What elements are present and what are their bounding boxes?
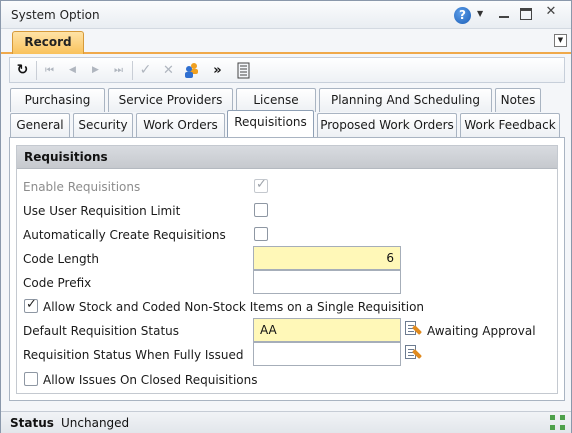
status-value: Unchanged xyxy=(61,416,130,430)
help-dropdown-icon[interactable]: ▼ xyxy=(477,9,483,18)
maximize-icon[interactable] xyxy=(520,8,532,20)
tab-work-orders[interactable]: Work Orders xyxy=(136,113,225,137)
tab-content-panel: Requisitions Enable Requisitions Use Use… xyxy=(9,137,565,401)
next-record-icon[interactable]: ▶ xyxy=(86,61,105,80)
window-title: System Option xyxy=(11,8,100,22)
allow-issues-on-closed-checkbox[interactable] xyxy=(24,372,38,386)
fully-issued-status-label: Requisition Status When Fully Issued xyxy=(23,348,244,362)
default-status-description: Awaiting Approval xyxy=(427,324,536,338)
refresh-icon[interactable]: ↻ xyxy=(13,61,32,80)
allow-stock-and-coded-label: Allow Stock and Coded Non-Stock Items on… xyxy=(43,300,425,314)
first-record-icon[interactable]: ⏮ xyxy=(40,61,59,80)
default-requisition-status-label: Default Requisition Status xyxy=(23,324,180,338)
toolbar-separator xyxy=(132,61,133,80)
minimize-icon[interactable] xyxy=(498,8,510,20)
use-user-requisition-limit-label: Use User Requisition Limit xyxy=(23,204,181,218)
tab-service-providers[interactable]: Service Providers xyxy=(108,88,233,112)
code-length-label: Code Length xyxy=(23,252,99,266)
enable-requisitions-label: Enable Requisitions xyxy=(23,180,141,194)
default-requisition-status-field[interactable]: AA xyxy=(253,318,401,342)
code-prefix-label: Code Prefix xyxy=(23,276,92,290)
fully-issued-status-field[interactable] xyxy=(253,342,401,366)
title-bar: System Option ? ▼ ✕ xyxy=(1,1,571,29)
expand-icon[interactable] xyxy=(550,415,566,431)
record-tab[interactable]: Record xyxy=(12,31,84,54)
tab-license[interactable]: License xyxy=(236,88,316,112)
last-record-icon[interactable]: ⏭ xyxy=(109,61,128,80)
ribbon-menu-chevron-icon[interactable]: ▼ xyxy=(554,34,567,47)
status-label: Status xyxy=(10,416,54,430)
tab-notes[interactable]: Notes xyxy=(495,88,541,112)
code-prefix-field[interactable] xyxy=(253,270,401,294)
code-length-field[interactable]: 6 xyxy=(253,246,401,270)
automatically-create-requisitions-label: Automatically Create Requisitions xyxy=(23,228,226,242)
toolbar-separator xyxy=(36,61,37,80)
users-icon[interactable] xyxy=(182,61,201,80)
tab-proposed-work-orders[interactable]: Proposed Work Orders xyxy=(317,113,457,137)
enable-requisitions-checkbox xyxy=(254,177,268,193)
lookup-icon[interactable] xyxy=(404,320,422,338)
tab-purchasing[interactable]: Purchasing xyxy=(10,88,105,112)
allow-issues-on-closed-label: Allow Issues On Closed Requisitions xyxy=(43,373,258,387)
tab-requisitions[interactable]: Requisitions xyxy=(227,110,314,137)
section-title: Requisitions xyxy=(17,146,557,169)
close-icon[interactable]: ✕ xyxy=(544,5,558,18)
option-tabs: Purchasing Service Providers License Pla… xyxy=(9,87,565,137)
use-user-requisition-limit-checkbox[interactable] xyxy=(254,203,268,217)
report-document-icon[interactable] xyxy=(234,61,253,80)
requisitions-section: Requisitions Enable Requisitions Use Use… xyxy=(16,145,558,394)
more-actions-icon[interactable]: » xyxy=(208,61,227,80)
save-icon[interactable]: ✓ xyxy=(136,61,155,80)
system-option-window: System Option ? ▼ ✕ Record ▼ ↻ ⏮ ◀ ▶ ⏭ ✓… xyxy=(0,0,572,433)
tab-security[interactable]: Security xyxy=(73,113,133,137)
previous-record-icon[interactable]: ◀ xyxy=(63,61,82,80)
status-bar: Status Unchanged xyxy=(1,411,571,433)
help-icon[interactable]: ? xyxy=(454,7,471,24)
record-ribbon: Record ▼ xyxy=(1,29,571,54)
automatically-create-requisitions-checkbox[interactable] xyxy=(254,227,268,241)
tab-general[interactable]: General xyxy=(10,113,70,137)
tab-planning-and-scheduling[interactable]: Planning And Scheduling xyxy=(319,88,492,112)
tab-work-feedback[interactable]: Work Feedback xyxy=(460,113,560,137)
allow-stock-and-coded-checkbox[interactable] xyxy=(24,297,38,313)
lookup-icon[interactable] xyxy=(404,344,422,362)
toolbar: ↻ ⏮ ◀ ▶ ⏭ ✓ ✕ » xyxy=(9,57,565,83)
cancel-icon[interactable]: ✕ xyxy=(159,61,178,80)
